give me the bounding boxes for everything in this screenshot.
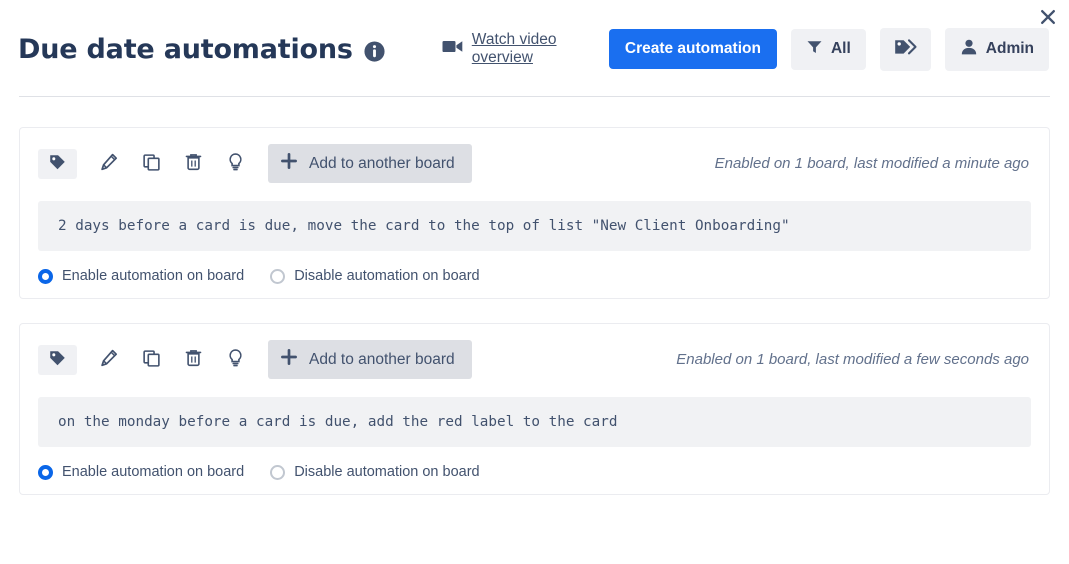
tag-icon [49, 154, 66, 174]
enable-automation-radio[interactable]: Enable automation on board [38, 268, 244, 284]
radio-mark-disabled [270, 268, 286, 284]
account-button[interactable]: Admin [944, 27, 1049, 71]
plus-icon [281, 153, 297, 174]
enable-automation-label: Enable automation on board [62, 464, 245, 480]
page-header: Due date automations Watch video overvie… [0, 0, 1069, 76]
automation-toolbar: Add to another board Enabled on 1 board,… [38, 340, 1031, 379]
enable-automation-radio[interactable]: Enable automation on board [38, 464, 244, 480]
pencil-icon [100, 349, 118, 370]
add-to-another-board-label: Add to another board [309, 350, 455, 368]
edit-button[interactable] [96, 151, 122, 177]
automation-card: Add to another board Enabled on 1 board,… [19, 323, 1050, 495]
filter-label: All [830, 40, 851, 57]
watch-video-label: Watch video overview [471, 31, 557, 66]
tips-button[interactable] [222, 347, 248, 373]
enable-automation-label: Enable automation on board [62, 268, 245, 284]
close-icon [1038, 7, 1058, 27]
lightbulb-icon [228, 153, 243, 174]
automation-status: Enabled on 1 board, last modified a minu… [714, 155, 1029, 172]
automation-status: Enabled on 1 board, last modified a few … [676, 351, 1029, 368]
delete-button[interactable] [180, 151, 206, 177]
copy-icon [142, 349, 160, 370]
tips-button[interactable] [222, 151, 248, 177]
video-camera-icon [442, 39, 463, 59]
radio-mark-disabled [270, 464, 286, 480]
filter-icon [806, 39, 823, 60]
plus-icon [281, 349, 297, 370]
header-actions: Watch video overview Create automation A… [442, 27, 1049, 71]
disable-automation-radio[interactable]: Disable automation on board [270, 268, 480, 284]
copy-button[interactable] [138, 151, 164, 177]
copy-button[interactable] [138, 347, 164, 373]
trash-icon [185, 349, 202, 370]
lightbulb-icon [228, 349, 243, 370]
automation-rule-text: 2 days before a card is due, move the ca… [38, 201, 1031, 251]
tag-icon [49, 350, 66, 370]
disable-automation-label: Disable automation on board [294, 464, 480, 480]
page-title: Due date automations [18, 33, 353, 65]
tag-icon-button[interactable] [38, 344, 77, 375]
add-to-another-board-button[interactable]: Add to another board [268, 340, 472, 379]
tag-icon-button[interactable] [38, 148, 77, 179]
automation-card: Add to another board Enabled on 1 board,… [19, 127, 1050, 299]
radio-mark-enabled [38, 464, 53, 480]
automation-toolbar: Add to another board Enabled on 1 board,… [38, 144, 1031, 183]
automation-board-toggle: Enable automation on board Disable autom… [38, 464, 1031, 480]
filter-button[interactable]: All [790, 28, 866, 70]
delete-button[interactable] [180, 347, 206, 373]
trash-icon [185, 153, 202, 174]
create-automation-button[interactable]: Create automation [608, 29, 777, 69]
edit-button[interactable] [96, 347, 122, 373]
pencil-icon [100, 153, 118, 174]
copy-icon [142, 153, 160, 174]
add-to-another-board-label: Add to another board [309, 154, 455, 172]
add-to-another-board-button[interactable]: Add to another board [268, 144, 472, 183]
automations-list: Add to another board Enabled on 1 board,… [0, 97, 1069, 495]
disable-automation-label: Disable automation on board [294, 268, 480, 284]
person-icon [960, 38, 978, 61]
tags-icon [894, 38, 917, 61]
close-dialog-button[interactable] [1033, 2, 1063, 32]
account-label: Admin [985, 40, 1034, 57]
radio-mark-enabled [38, 268, 53, 284]
info-icon[interactable] [363, 40, 386, 63]
automation-board-toggle: Enable automation on board Disable autom… [38, 268, 1031, 284]
automation-rule-text: on the monday before a card is due, add … [38, 397, 1031, 447]
disable-automation-radio[interactable]: Disable automation on board [270, 464, 480, 480]
watch-video-overview-link[interactable]: Watch video overview [442, 31, 595, 67]
labels-filter-button[interactable] [879, 27, 931, 71]
